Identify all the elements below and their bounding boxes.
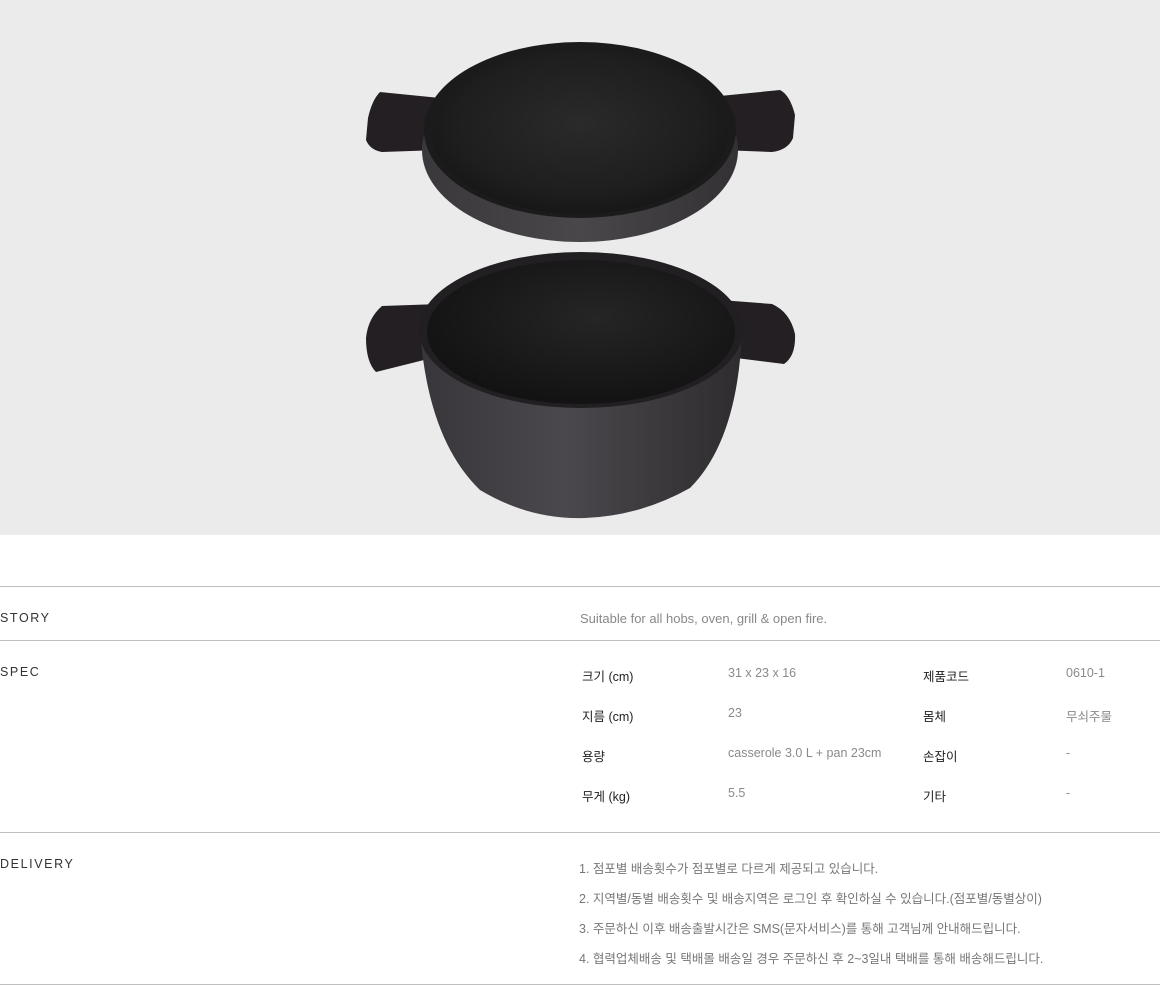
spec-label-weight: 무게 (kg) [582, 790, 631, 804]
spec-label-body: 몸체 [923, 710, 947, 724]
casserole-shape [366, 252, 796, 519]
cast-iron-cookware-illustration [366, 42, 796, 519]
spec-label-capacity: 용량 [582, 750, 606, 764]
spec-value-weight: 5.5 [728, 786, 746, 800]
spec-value-body: 무쇠주물 [1066, 710, 1113, 724]
story-section: STORY Suitable for all hobs, oven, grill… [0, 586, 1160, 641]
bottom-divider [0, 984, 1160, 985]
spec-value-diameter: 23 [728, 706, 742, 720]
delivery-line-1: 1. 점포별 배송횟수가 점포별로 다르게 제공되고 있습니다. [579, 862, 879, 876]
spec-value-capacity: casserole 3.0 L + pan 23cm [728, 746, 882, 760]
spec-value-handle: - [1066, 746, 1071, 760]
spec-label-etc: 기타 [923, 790, 947, 804]
delivery-title: DELIVERY [0, 857, 75, 871]
delivery-line-2: 2. 지역별/동별 배송횟수 및 배송지역은 로그인 후 확인하실 수 있습니다… [579, 892, 1042, 906]
spec-label-diameter: 지름 (cm) [582, 710, 634, 724]
delivery-line-4: 4. 협력업체배송 및 택배몰 배송일 경우 주문하신 후 2~3일내 택배를 … [579, 952, 1044, 966]
spec-section: SPEC 크기 (cm) 31 x 23 x 16 제품코드 0610-1 지름… [0, 640, 1160, 833]
pan-shape [366, 42, 795, 242]
delivery-section: DELIVERY 1. 점포별 배송횟수가 점포별로 다르게 제공되고 있습니다… [0, 832, 1160, 985]
spec-label-product-code: 제품코드 [923, 670, 970, 684]
spec-value-etc: - [1066, 786, 1071, 800]
spec-value-size: 31 x 23 x 16 [728, 666, 797, 680]
spec-label-size: 크기 (cm) [582, 670, 634, 684]
story-text: Suitable for all hobs, oven, grill & ope… [580, 611, 828, 626]
spec-label-handle: 손잡이 [923, 750, 958, 764]
spec-title: SPEC [0, 665, 41, 679]
spec-value-product-code: 0610-1 [1066, 666, 1105, 680]
story-title: STORY [0, 611, 51, 625]
delivery-line-3: 3. 주문하신 이후 배송출발시간은 SMS(문자서비스)를 통해 고객님께 안… [579, 922, 1021, 936]
product-image [0, 0, 1160, 535]
